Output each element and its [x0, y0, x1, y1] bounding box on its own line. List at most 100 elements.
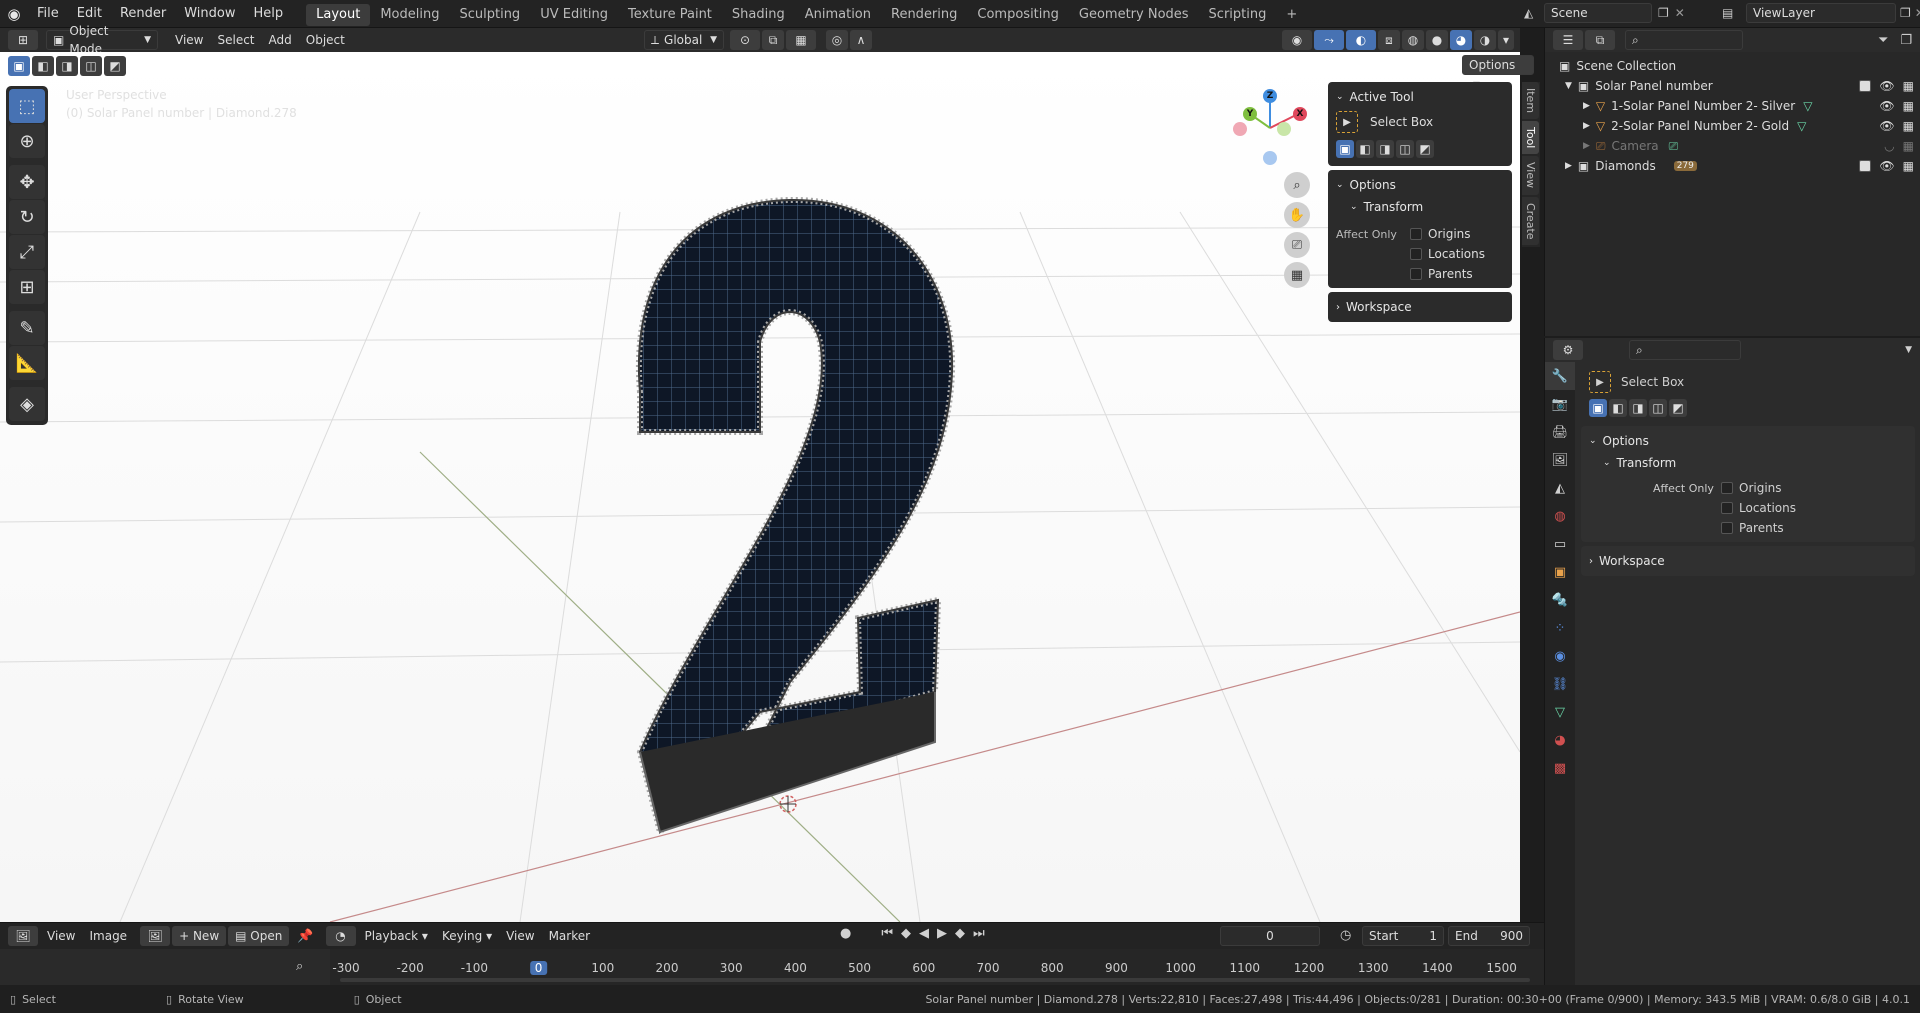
- viewlayer-close-icon[interactable]: ✕: [1915, 6, 1920, 20]
- world-tab-icon[interactable]: ◍: [1545, 502, 1575, 530]
- tab-geometry-nodes[interactable]: Geometry Nodes: [1069, 4, 1199, 26]
- image-editor-type-icon[interactable]: 🖼: [8, 926, 38, 946]
- next-keyframe-icon[interactable]: ◆: [955, 926, 965, 941]
- menu-object[interactable]: Object: [299, 30, 352, 50]
- scene-icon[interactable]: ◭: [1524, 6, 1544, 20]
- wireframe-shading-icon[interactable]: ◍: [1402, 30, 1424, 50]
- mode-extend-icon[interactable]: ◧: [1356, 140, 1374, 158]
- tab-modeling[interactable]: Modeling: [370, 4, 449, 26]
- gizmo-neg-x[interactable]: [1233, 122, 1247, 136]
- scene-close-icon[interactable]: ✕: [1675, 6, 1685, 20]
- rendered-shading-icon[interactable]: ◑: [1474, 30, 1496, 50]
- viewport-options-dropdown[interactable]: Options ▼: [1462, 55, 1534, 90]
- image-menu-image[interactable]: Image: [82, 926, 134, 946]
- ortho-toggle-icon[interactable]: ▦: [1284, 262, 1310, 288]
- material-tab-icon[interactable]: ◕: [1545, 726, 1575, 754]
- menu-timeline-view[interactable]: View: [499, 926, 541, 946]
- scene-field[interactable]: Scene: [1544, 3, 1652, 23]
- pan-hand-icon[interactable]: ✋: [1284, 202, 1310, 228]
- tab-compositing[interactable]: Compositing: [967, 4, 1069, 26]
- workspace-header[interactable]: › Workspace: [1336, 296, 1504, 318]
- viewlayer-new-icon[interactable]: ❐: [1900, 6, 1911, 20]
- locations-checkbox[interactable]: [1721, 502, 1733, 514]
- chevron-right-icon[interactable]: ▶: [1583, 141, 1590, 151]
- snap-magnet-icon[interactable]: ⧉: [762, 30, 784, 50]
- options-header[interactable]: ⌄ Options: [1336, 174, 1504, 196]
- chevron-right-icon[interactable]: ▶: [1565, 161, 1572, 171]
- tab-texture-paint[interactable]: Texture Paint: [618, 4, 722, 26]
- measure-tool-icon[interactable]: 📐: [9, 346, 45, 380]
- solid-shading-icon[interactable]: ●: [1426, 30, 1448, 50]
- image-new-button[interactable]: + New: [172, 926, 227, 946]
- zoom-icon[interactable]: ⌕: [296, 959, 303, 974]
- chevron-right-icon[interactable]: ▶: [1583, 121, 1590, 131]
- props-transform-header[interactable]: ⌄ Transform: [1589, 452, 1907, 474]
- gizmo-y-axis[interactable]: Y: [1243, 107, 1257, 121]
- prev-keyframe-icon[interactable]: ◆: [901, 926, 911, 941]
- eye-icon[interactable]: 👁: [1879, 119, 1894, 133]
- zoom-icon[interactable]: ⌕: [1284, 172, 1310, 198]
- transform-tool-icon[interactable]: ⊞: [9, 270, 45, 304]
- outliner-scene-collection[interactable]: ▣ Scene Collection: [1559, 56, 1914, 76]
- outliner-editor-type-icon[interactable]: ☰: [1553, 30, 1583, 50]
- select-intersect-icon[interactable]: ◩: [104, 56, 126, 76]
- jump-start-icon[interactable]: ⏮: [881, 926, 893, 941]
- view-layer-tab-icon[interactable]: 🖼: [1545, 446, 1575, 474]
- mode-invert-icon[interactable]: ◫: [1396, 140, 1414, 158]
- mode-subtract-icon[interactable]: ◨: [1376, 140, 1394, 158]
- tab-tool[interactable]: Tool: [1522, 121, 1539, 155]
- menu-window[interactable]: Window: [175, 0, 244, 28]
- tab-shading[interactable]: Shading: [722, 4, 795, 26]
- mode-invert-icon[interactable]: ◫: [1649, 399, 1667, 417]
- camera-data-icon[interactable]: ⎚: [1669, 139, 1679, 154]
- select-new-icon[interactable]: ▣: [8, 56, 30, 76]
- origins-checkbox[interactable]: [1721, 482, 1733, 494]
- mode-extend-icon[interactable]: ◧: [1609, 399, 1627, 417]
- shading-options-icon[interactable]: ▾: [1498, 30, 1514, 50]
- data-tab-icon[interactable]: ▽: [1545, 698, 1575, 726]
- menu-select[interactable]: Select: [210, 30, 261, 50]
- properties-search-input[interactable]: ⌕: [1629, 340, 1741, 360]
- new-collection-icon[interactable]: ❐: [1900, 33, 1912, 48]
- blender-logo-icon[interactable]: ◉: [0, 0, 28, 28]
- gizmo-neg-z[interactable]: [1263, 151, 1277, 165]
- menu-add[interactable]: Add: [262, 30, 299, 50]
- jump-end-icon[interactable]: ⏭: [973, 926, 985, 941]
- proportional-edit-icon[interactable]: ◎: [826, 30, 848, 50]
- gizmo-x-axis[interactable]: X: [1293, 107, 1307, 121]
- eye-closed-icon[interactable]: ◡: [1884, 139, 1894, 153]
- props-options-header[interactable]: ⌄ Options: [1589, 430, 1907, 452]
- camera-render-icon[interactable]: ▦: [1903, 159, 1914, 173]
- children-count-badge[interactable]: 279: [1673, 161, 1697, 171]
- visibility-icon[interactable]: ◉: [1282, 30, 1312, 50]
- 3d-viewport[interactable]: User Perspective (0) Solar Panel number …: [0, 52, 1520, 922]
- tab-layout[interactable]: Layout: [306, 4, 371, 26]
- collection-tab-icon[interactable]: ▭: [1545, 530, 1575, 558]
- outliner-item-gold[interactable]: ▶ ▽ 2-Solar Panel Number 2- Gold ▽ 👁 ▦: [1559, 116, 1914, 136]
- menu-marker[interactable]: Marker: [542, 926, 597, 946]
- xray-toggle-icon[interactable]: ⧈: [1378, 30, 1400, 50]
- properties-editor-type-icon[interactable]: ⚙: [1553, 340, 1583, 360]
- editor-type-icon[interactable]: ⊞: [8, 30, 38, 50]
- render-tab-icon[interactable]: 📷: [1545, 390, 1575, 418]
- tab-item[interactable]: Item: [1522, 82, 1539, 120]
- chevron-down-icon[interactable]: ▼: [1565, 81, 1572, 91]
- menu-help[interactable]: Help: [245, 0, 293, 28]
- preview-range-icon[interactable]: ◷: [1340, 928, 1351, 943]
- active-tool-header[interactable]: ⌄ Active Tool: [1336, 86, 1504, 108]
- tab-create[interactable]: Create: [1522, 196, 1539, 246]
- timeline-editor-type-icon[interactable]: ◔: [325, 926, 356, 946]
- chevron-down-icon[interactable]: ▼: [1905, 345, 1912, 355]
- mode-subtract-icon[interactable]: ◨: [1629, 399, 1647, 417]
- menu-keying[interactable]: Keying ▾: [435, 926, 499, 946]
- tab-sculpting[interactable]: Sculpting: [449, 4, 530, 26]
- mesh-data-icon[interactable]: ▽: [1797, 119, 1806, 133]
- mode-intersect-icon[interactable]: ◩: [1669, 399, 1687, 417]
- image-open-button[interactable]: ▤ Open: [228, 926, 290, 946]
- scene-tab-icon[interactable]: ◭: [1545, 474, 1575, 502]
- select-box-tool-icon[interactable]: ⬚: [9, 89, 45, 123]
- eye-icon[interactable]: 👁: [1879, 159, 1894, 173]
- material-shading-icon[interactable]: ◕: [1450, 30, 1472, 50]
- viewlayer-icon[interactable]: ▤: [1722, 6, 1746, 20]
- viewlayer-field[interactable]: ViewLayer: [1746, 3, 1896, 23]
